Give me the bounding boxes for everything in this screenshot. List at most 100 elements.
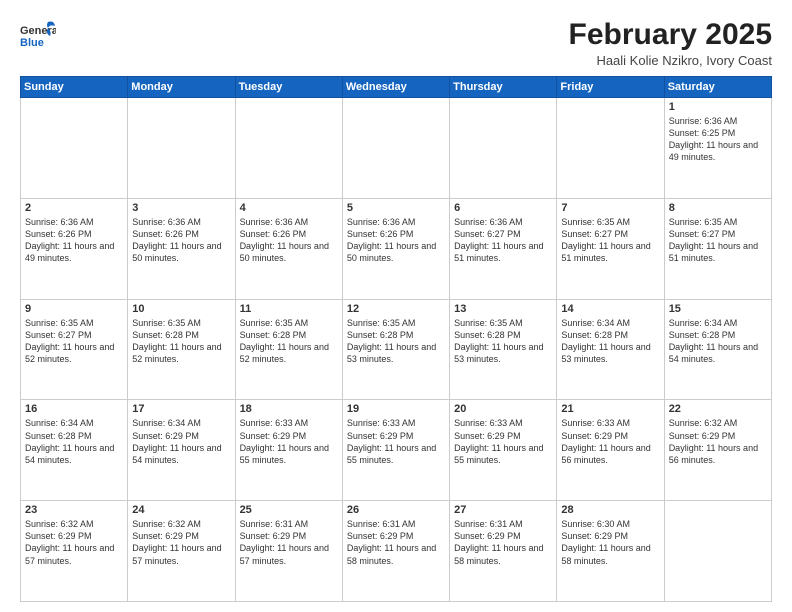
table-row: 26 Sunrise: 6:31 AM Sunset: 6:29 PM Dayli… (342, 501, 449, 602)
table-row: 25Sunrise: 6:31 AM Sunset: 6:29 PM Dayli… (235, 501, 342, 602)
day-info: Sunrise: 6:36 AM Sunset: 6:26 PM Dayligh… (25, 216, 123, 265)
day-number: 13 (454, 303, 552, 315)
day-info: Sunrise: 6:35 AM Sunset: 6:27 PM Dayligh… (561, 216, 659, 265)
day-info: Sunrise: 6:36 AM Sunset: 6:26 PM Dayligh… (132, 216, 230, 265)
table-row: 12 Sunrise: 6:35 AM Sunset: 6:28 PM Dayli… (342, 299, 449, 400)
day-info: Sunrise: 6:35 AM Sunset: 6:28 PM Dayligh… (132, 317, 230, 366)
calendar-table: Sunday Monday Tuesday Wednesday Thursday… (20, 76, 772, 602)
table-row: 13 Sunrise: 6:35 AM Sunset: 6:28 PM Dayli… (450, 299, 557, 400)
day-info: Sunrise: 6:31 AM Sunset: 6:29 PM Dayligh… (454, 518, 552, 567)
day-info: Sunrise: 6:31 AM Sunset: 6:29 PM Dayligh… (347, 518, 445, 567)
table-row: 9Sunrise: 6:35 AM Sunset: 6:27 PM Daylig… (21, 299, 128, 400)
day-number: 4 (240, 202, 338, 214)
day-number: 5 (347, 202, 445, 214)
header: General Blue February 2025 Haali Kolie N… (20, 18, 772, 68)
table-row (21, 98, 128, 199)
table-row: 17 Sunrise: 6:34 AM Sunset: 6:29 PM Dayli… (128, 400, 235, 501)
day-info: Sunrise: 6:35 AM Sunset: 6:28 PM Dayligh… (240, 317, 338, 366)
day-info: Sunrise: 6:34 AM Sunset: 6:28 PM Dayligh… (25, 417, 123, 466)
day-number: 15 (669, 303, 767, 315)
table-row: 21 Sunrise: 6:33 AM Sunset: 6:29 PM Dayli… (557, 400, 664, 501)
day-number: 17 (132, 403, 230, 415)
day-number: 2 (25, 202, 123, 214)
day-number: 21 (561, 403, 659, 415)
page: General Blue February 2025 Haali Kolie N… (0, 0, 792, 612)
calendar-week-row: 9Sunrise: 6:35 AM Sunset: 6:27 PM Daylig… (21, 299, 772, 400)
table-row: 1 Sunrise: 6:36 AM Sunset: 6:25 PM Daylig… (664, 98, 771, 199)
calendar-week-row: 2 Sunrise: 6:36 AM Sunset: 6:26 PM Daylig… (21, 198, 772, 299)
day-number: 8 (669, 202, 767, 214)
day-info: Sunrise: 6:36 AM Sunset: 6:27 PM Dayligh… (454, 216, 552, 265)
table-row (235, 98, 342, 199)
day-info: Sunrise: 6:33 AM Sunset: 6:29 PM Dayligh… (561, 417, 659, 466)
day-info: Sunrise: 6:36 AM Sunset: 6:25 PM Dayligh… (669, 115, 767, 164)
day-number: 10 (132, 303, 230, 315)
table-row: 18Sunrise: 6:33 AM Sunset: 6:29 PM Dayli… (235, 400, 342, 501)
table-row: 14 Sunrise: 6:34 AM Sunset: 6:28 PM Dayli… (557, 299, 664, 400)
day-number: 1 (669, 101, 767, 113)
day-number: 27 (454, 504, 552, 516)
logo: General Blue (20, 18, 56, 50)
day-number: 22 (669, 403, 767, 415)
col-friday: Friday (557, 77, 664, 98)
day-number: 24 (132, 504, 230, 516)
day-number: 9 (25, 303, 123, 315)
day-number: 19 (347, 403, 445, 415)
col-monday: Monday (128, 77, 235, 98)
day-number: 20 (454, 403, 552, 415)
day-info: Sunrise: 6:32 AM Sunset: 6:29 PM Dayligh… (25, 518, 123, 567)
table-row: 15Sunrise: 6:34 AM Sunset: 6:28 PM Dayli… (664, 299, 771, 400)
day-info: Sunrise: 6:35 AM Sunset: 6:27 PM Dayligh… (669, 216, 767, 265)
table-row: 2 Sunrise: 6:36 AM Sunset: 6:26 PM Daylig… (21, 198, 128, 299)
title-block: February 2025 Haali Kolie Nzikro, Ivory … (569, 18, 772, 68)
col-saturday: Saturday (664, 77, 771, 98)
table-row (557, 98, 664, 199)
day-number: 16 (25, 403, 123, 415)
day-info: Sunrise: 6:30 AM Sunset: 6:29 PM Dayligh… (561, 518, 659, 567)
table-row: 24Sunrise: 6:32 AM Sunset: 6:29 PM Dayli… (128, 501, 235, 602)
day-number: 7 (561, 202, 659, 214)
day-info: Sunrise: 6:35 AM Sunset: 6:28 PM Dayligh… (347, 317, 445, 366)
table-row: 16 Sunrise: 6:34 AM Sunset: 6:28 PM Dayli… (21, 400, 128, 501)
day-info: Sunrise: 6:32 AM Sunset: 6:29 PM Dayligh… (669, 417, 767, 466)
day-info: Sunrise: 6:36 AM Sunset: 6:26 PM Dayligh… (240, 216, 338, 265)
day-number: 6 (454, 202, 552, 214)
table-row: 8 Sunrise: 6:35 AM Sunset: 6:27 PM Daylig… (664, 198, 771, 299)
table-row: 23 Sunrise: 6:32 AM Sunset: 6:29 PM Dayli… (21, 501, 128, 602)
table-row: 7 Sunrise: 6:35 AM Sunset: 6:27 PM Daylig… (557, 198, 664, 299)
table-row: 28 Sunrise: 6:30 AM Sunset: 6:29 PM Dayli… (557, 501, 664, 602)
day-number: 11 (240, 303, 338, 315)
col-tuesday: Tuesday (235, 77, 342, 98)
calendar-week-row: 23 Sunrise: 6:32 AM Sunset: 6:29 PM Dayli… (21, 501, 772, 602)
day-number: 14 (561, 303, 659, 315)
logo-icon: General Blue (20, 18, 56, 50)
col-sunday: Sunday (21, 77, 128, 98)
col-wednesday: Wednesday (342, 77, 449, 98)
svg-text:General: General (20, 25, 56, 37)
location: Haali Kolie Nzikro, Ivory Coast (569, 53, 772, 68)
table-row: 19 Sunrise: 6:33 AM Sunset: 6:29 PM Dayli… (342, 400, 449, 501)
day-info: Sunrise: 6:35 AM Sunset: 6:28 PM Dayligh… (454, 317, 552, 366)
table-row (664, 501, 771, 602)
table-row: 10 Sunrise: 6:35 AM Sunset: 6:28 PM Dayli… (128, 299, 235, 400)
day-number: 3 (132, 202, 230, 214)
day-number: 26 (347, 504, 445, 516)
day-info: Sunrise: 6:33 AM Sunset: 6:29 PM Dayligh… (347, 417, 445, 466)
table-row: 27 Sunrise: 6:31 AM Sunset: 6:29 PM Dayli… (450, 501, 557, 602)
table-row (128, 98, 235, 199)
day-number: 23 (25, 504, 123, 516)
day-number: 12 (347, 303, 445, 315)
day-info: Sunrise: 6:33 AM Sunset: 6:29 PM Dayligh… (454, 417, 552, 466)
day-info: Sunrise: 6:34 AM Sunset: 6:29 PM Dayligh… (132, 417, 230, 466)
table-row: 5Sunrise: 6:36 AM Sunset: 6:26 PM Daylig… (342, 198, 449, 299)
day-info: Sunrise: 6:34 AM Sunset: 6:28 PM Dayligh… (561, 317, 659, 366)
table-row (342, 98, 449, 199)
day-number: 28 (561, 504, 659, 516)
calendar-week-row: 16 Sunrise: 6:34 AM Sunset: 6:28 PM Dayli… (21, 400, 772, 501)
table-row: 20 Sunrise: 6:33 AM Sunset: 6:29 PM Dayli… (450, 400, 557, 501)
svg-text:Blue: Blue (20, 37, 44, 49)
table-row: 4 Sunrise: 6:36 AM Sunset: 6:26 PM Daylig… (235, 198, 342, 299)
calendar-week-row: 1 Sunrise: 6:36 AM Sunset: 6:25 PM Daylig… (21, 98, 772, 199)
table-row: 6 Sunrise: 6:36 AM Sunset: 6:27 PM Daylig… (450, 198, 557, 299)
table-row: 3 Sunrise: 6:36 AM Sunset: 6:26 PM Daylig… (128, 198, 235, 299)
